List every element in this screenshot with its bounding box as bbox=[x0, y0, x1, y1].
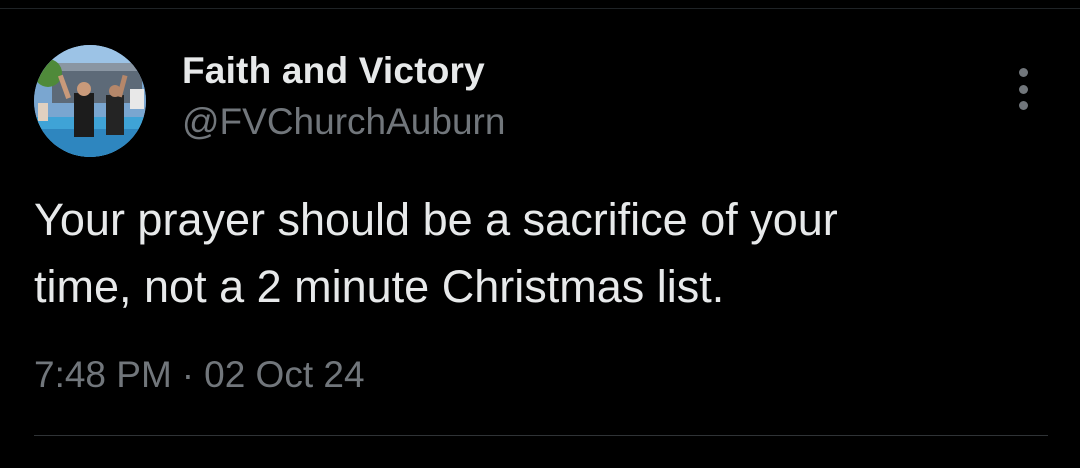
more-dot bbox=[1018, 84, 1028, 94]
more-dot bbox=[1018, 68, 1028, 77]
avatar-image bbox=[34, 45, 146, 157]
display-name[interactable]: Faith and Victory bbox=[182, 50, 485, 92]
more-vertical-icon[interactable] bbox=[1004, 68, 1042, 110]
more-dot bbox=[1018, 101, 1028, 110]
avatar[interactable] bbox=[34, 45, 146, 157]
handle[interactable]: @FVChurchAuburn bbox=[182, 101, 505, 143]
top-divider bbox=[0, 8, 1080, 9]
tweet-text: Your prayer should be a sacrifice of you… bbox=[34, 194, 838, 312]
tweet-date: 02 Oct 24 bbox=[204, 354, 365, 395]
timestamp[interactable]: 7:48 PM · 02 Oct 24 bbox=[34, 354, 365, 396]
timestamp-separator: · bbox=[181, 354, 195, 395]
bottom-divider bbox=[34, 435, 1048, 436]
tweet-time: 7:48 PM bbox=[34, 354, 172, 395]
